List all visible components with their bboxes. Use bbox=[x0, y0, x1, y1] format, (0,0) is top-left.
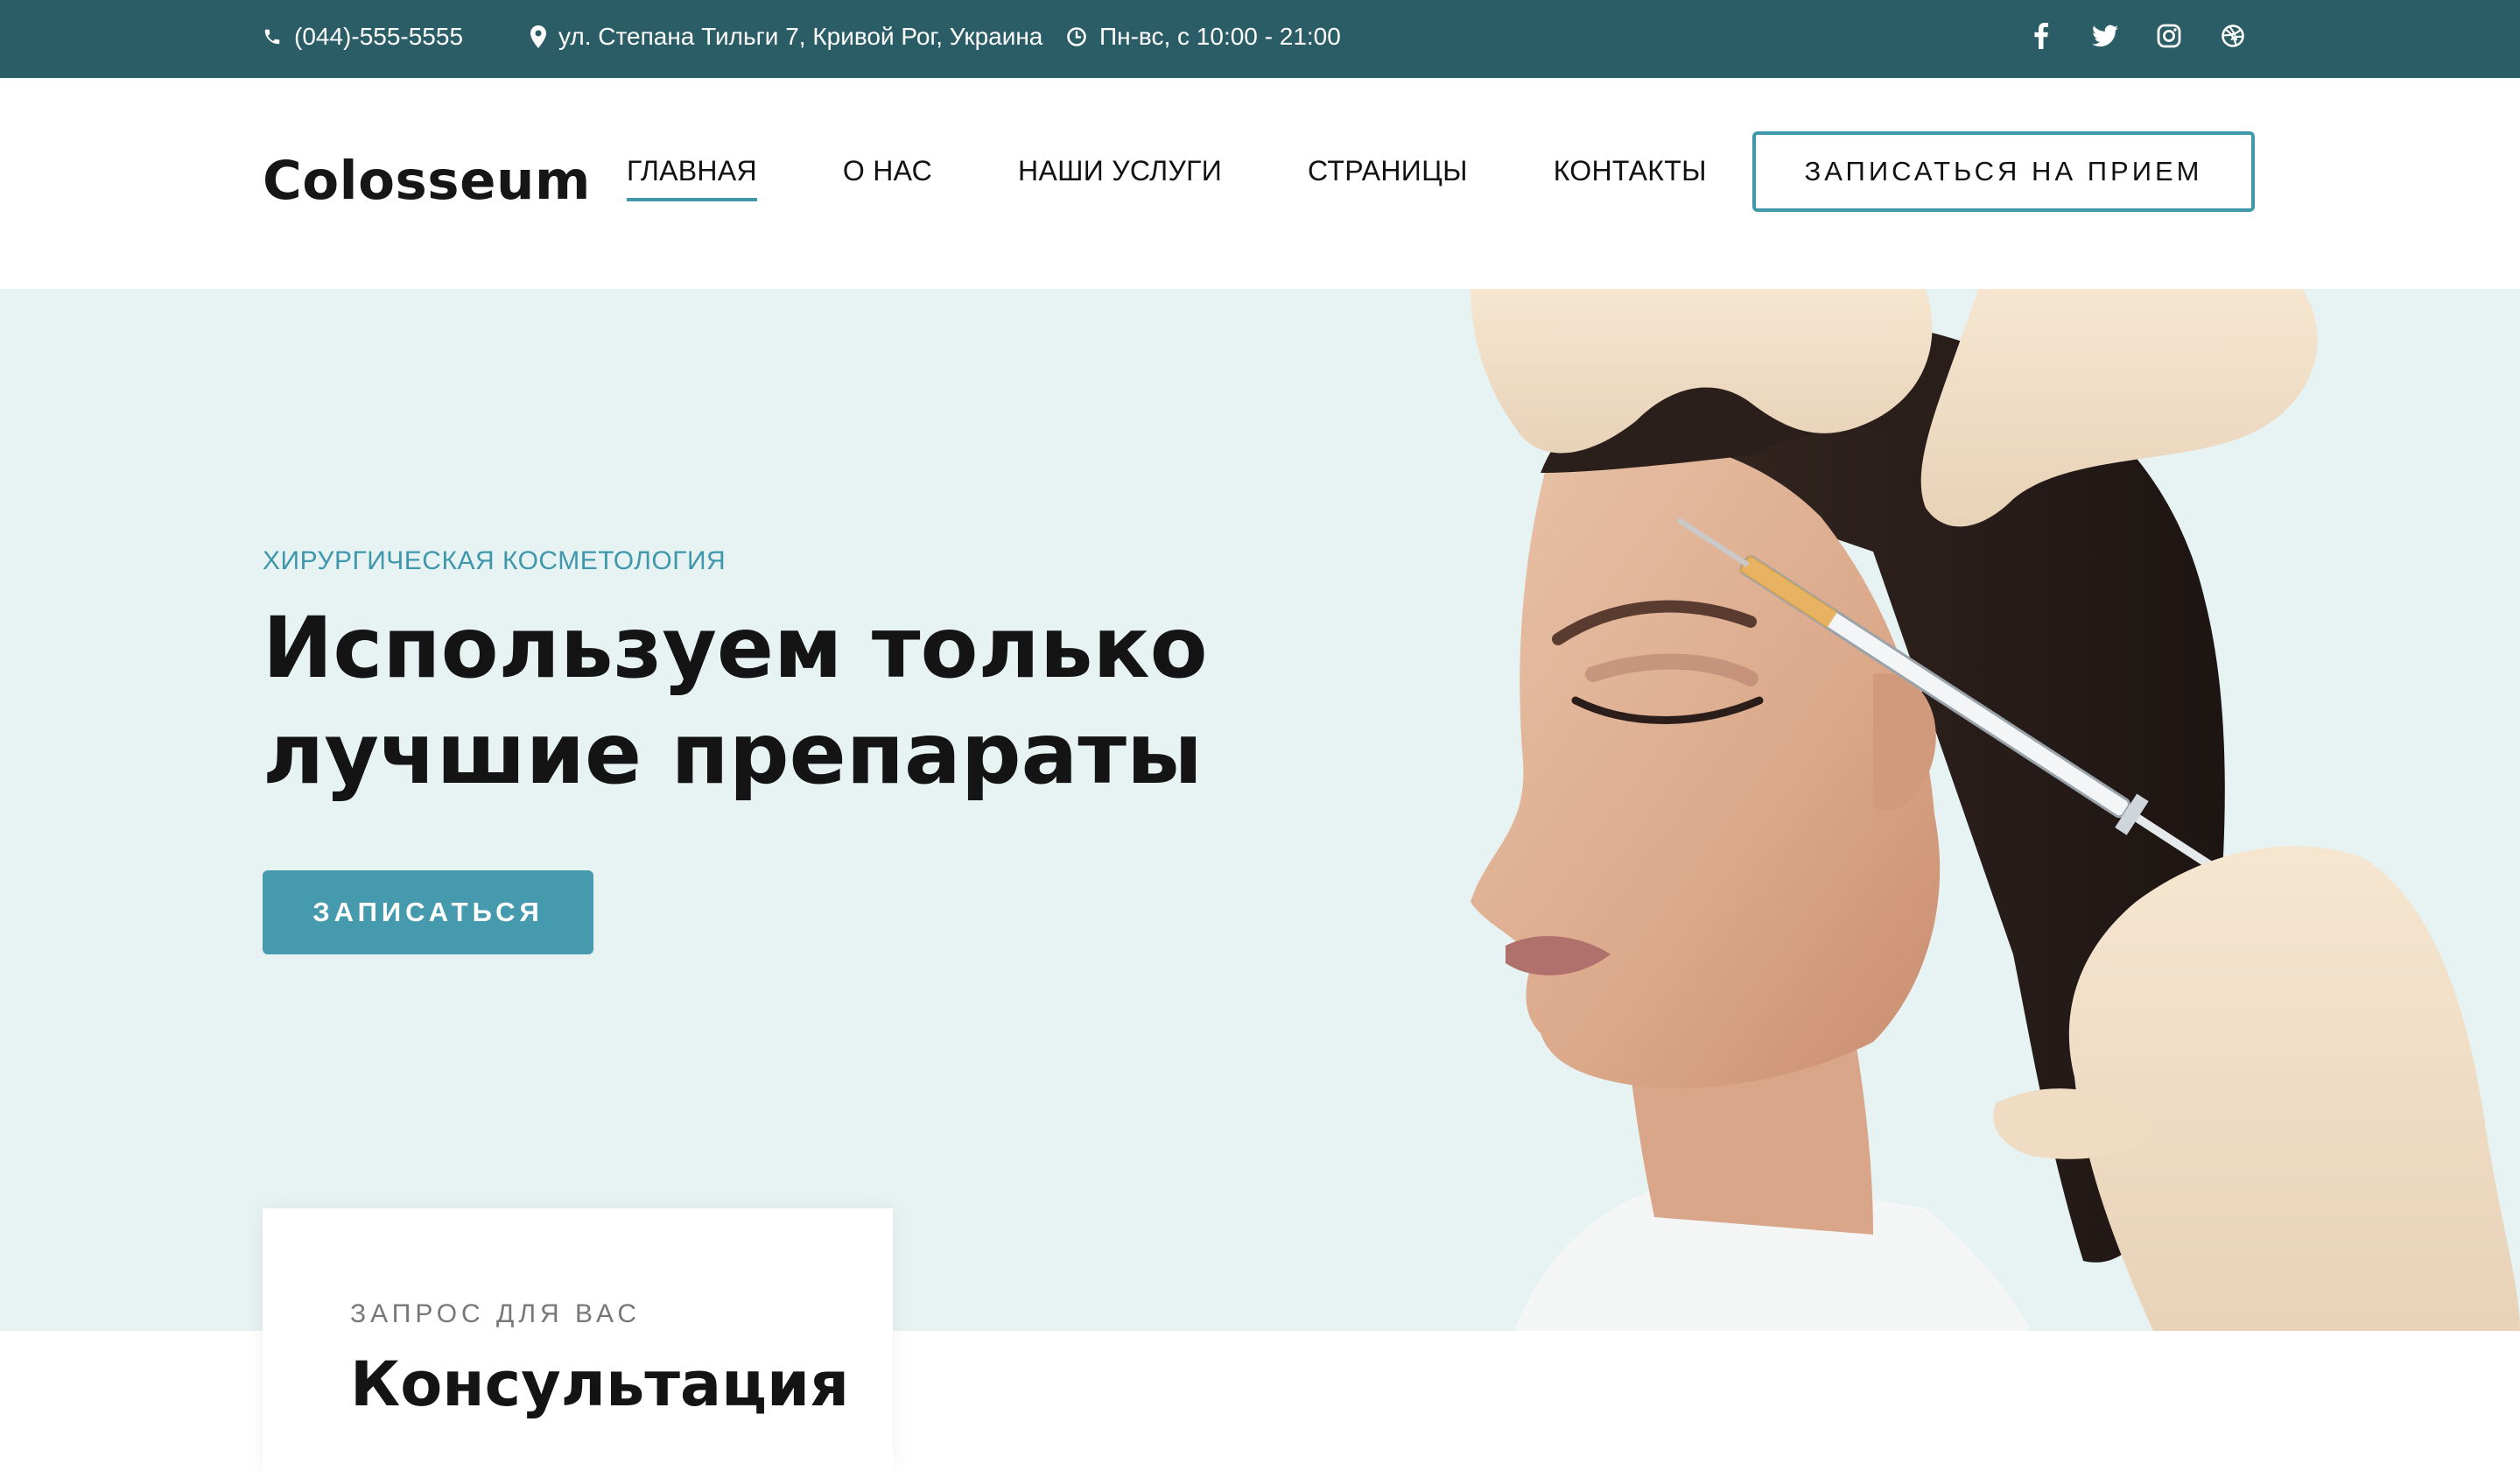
hero-eyebrow: ХИРУРГИЧЕСКАЯ КОСМЕТОЛОГИЯ bbox=[263, 546, 727, 575]
map-pin-icon bbox=[530, 25, 546, 48]
phone-text: (044)-555-5555 bbox=[294, 23, 464, 50]
hero-section: ХИРУРГИЧЕСКАЯ КОСМЕТОЛОГИЯ Используем то… bbox=[0, 289, 2520, 1331]
hero-headline: Используем только лучшие препараты bbox=[263, 595, 1225, 807]
phone-info[interactable]: (044)-555-5555 bbox=[263, 0, 463, 74]
site-logo[interactable]: Colosseum bbox=[263, 150, 591, 212]
sign-up-button[interactable]: ЗАПИСАТЬСЯ bbox=[263, 870, 593, 954]
hours-text: Пн-вс, с 10:00 - 21:00 bbox=[1099, 23, 1341, 50]
nav-item-services[interactable]: НАШИ УСЛУГИ bbox=[1018, 155, 1222, 201]
twitter-icon[interactable] bbox=[2086, 17, 2124, 55]
social-links bbox=[2022, 0, 2252, 72]
instagram-icon[interactable] bbox=[2150, 17, 2188, 55]
facebook-icon[interactable] bbox=[2022, 17, 2060, 55]
phone-icon bbox=[264, 29, 280, 45]
top-info-bar: (044)-555-5555 ул. Степана Тильги 7, Кри… bbox=[0, 0, 2520, 78]
card-eyebrow: ЗАПРОС ДЛЯ ВАС bbox=[350, 1299, 642, 1328]
nav-item-home[interactable]: ГЛАВНАЯ bbox=[627, 155, 757, 201]
card-title: Консультация bbox=[350, 1348, 850, 1420]
hours-info: Пн-вс, с 10:00 - 21:00 bbox=[1066, 0, 1341, 74]
hero-headline-line-2: лучшие препараты bbox=[263, 705, 1203, 803]
address-text: ул. Степана Тильги 7, Кривой Рог, Украин… bbox=[558, 23, 1043, 50]
address-info: ул. Степана Тильги 7, Кривой Рог, Украин… bbox=[530, 0, 1042, 74]
site-header: Colosseum ГЛАВНАЯ О НАС НАШИ УСЛУГИ СТРА… bbox=[0, 78, 2520, 289]
nav-item-pages[interactable]: СТРАНИЦЫ bbox=[1308, 155, 1468, 201]
dribbble-icon[interactable] bbox=[2214, 17, 2252, 55]
hero-headline-line-1: Используем только bbox=[263, 599, 1208, 697]
nav-item-contacts[interactable]: КОНТАКТЫ bbox=[1554, 155, 1707, 201]
consultation-card: ЗАПРОС ДЛЯ ВАС Консультация bbox=[263, 1208, 893, 1471]
book-appointment-button[interactable]: ЗАПИСАТЬСЯ НА ПРИЕМ bbox=[1752, 131, 2255, 212]
clock-icon bbox=[1067, 27, 1086, 46]
hero-cosmetology-photo bbox=[1471, 289, 2520, 1331]
nav-item-about[interactable]: О НАС bbox=[843, 155, 932, 201]
main-nav: ГЛАВНАЯ О НАС НАШИ УСЛУГИ СТРАНИЦЫ КОНТА… bbox=[627, 155, 1707, 201]
